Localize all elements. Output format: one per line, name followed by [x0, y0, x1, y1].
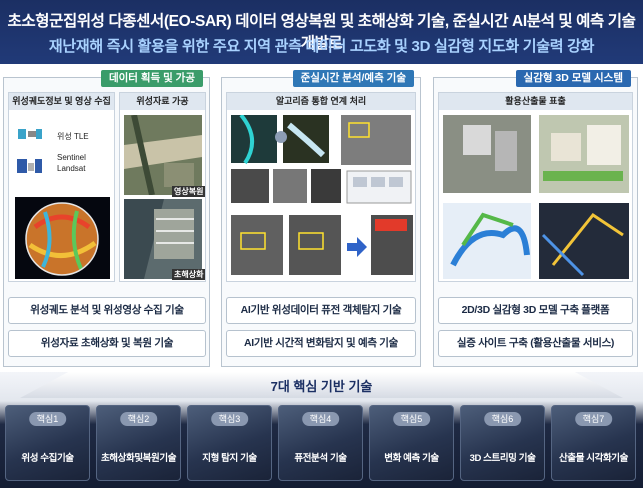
- core-label-1: 위성 수집기술: [21, 453, 74, 464]
- core-badge-2: 핵심2: [119, 412, 158, 426]
- subpanel-orbit-collection: 위성궤도정보 및 영상 수집 위성 TLE Sentinel Landsat: [8, 92, 115, 282]
- tech-box-superres-restoration: 위성자료 초해상화 및 복원 기술: [8, 330, 206, 357]
- core-card-3: 핵심3 지형 탐지 기술: [187, 405, 272, 481]
- restoration-label: 영상복원: [172, 186, 206, 197]
- subpanel-processing: 위성자료 가공 영상복원 초해상화: [119, 92, 206, 282]
- core-card-5: 핵심5 변화 예측 기술: [369, 405, 454, 481]
- 3d-model-renders-image: [443, 115, 629, 279]
- subhead-orbit-collection: 위성궤도정보 및 영상 수집: [9, 93, 114, 110]
- core-card-7: 핵심7 산출물 시각화기술: [551, 405, 636, 481]
- satellite-icon-sentinel: [17, 159, 42, 173]
- tech-box-change-prediction: AI기반 시간적 변화탐지 및 예측 기술: [226, 330, 416, 357]
- tle-label: 위성 TLE: [57, 132, 89, 141]
- aerial-image-superres: [124, 199, 202, 279]
- core-label-7: 산출물 시각화기술: [559, 453, 628, 464]
- superres-label: 초해상화: [172, 269, 206, 280]
- core-card-2: 핵심2 초해상화및복원기술: [96, 405, 181, 481]
- core-label-2: 초해상화및복원기술: [100, 453, 177, 464]
- subpanel-output-display: 활용산출물 표출: [438, 92, 633, 282]
- tech-box-demo-site: 실증 사이트 구축 (활용산출물 서비스): [438, 330, 633, 357]
- core-card-1: 핵심1 위성 수집기술: [5, 405, 90, 481]
- core-label-5: 변화 예측 기술: [384, 453, 439, 464]
- panel-realtime-analysis: 준실시간 분석/예측 기술 알고리즘 통합 연계 처리 AI기반 위성데이터 퓨…: [221, 70, 421, 367]
- tech-box-3d-platform: 2D/3D 실감형 3D 모델 구축 플랫폼: [438, 297, 633, 324]
- tech-box-fusion-detection: AI기반 위성데이터 퓨전 객체탐지 기술: [226, 297, 416, 324]
- panel-tag-acquisition: 데이터 획득 및 가공: [100, 70, 203, 87]
- sentinel-label: Sentinel: [57, 153, 86, 162]
- core-badge-5: 핵심5: [392, 412, 431, 426]
- subhead-algorithm: 알고리즘 통합 연계 처리: [227, 93, 415, 110]
- panel-tag-3d-model: 실감형 3D 모델 시스템: [515, 70, 631, 87]
- core-card-4: 핵심4 퓨전분석 기술: [278, 405, 363, 481]
- landsat-label: Landsat: [57, 164, 86, 173]
- aerial-image-restoration: [124, 115, 202, 195]
- orbit-globe-image: [15, 197, 110, 279]
- panel-3d-model: 실감형 3D 모델 시스템 활용산출물 표출 2D/3D 실감형 3D 모델 구…: [433, 70, 638, 367]
- core-badge-6: 핵심6: [483, 412, 522, 426]
- core-label-4: 퓨전분석 기술: [294, 453, 347, 464]
- tech-box-orbit-analysis: 위성궤도 분석 및 위성영상 수집 기술: [8, 297, 206, 324]
- core-badge-3: 핵심3: [210, 412, 249, 426]
- core-badge-1: 핵심1: [28, 412, 67, 426]
- subpanel-algorithm: 알고리즘 통합 연계 처리: [226, 92, 416, 282]
- core-badge-4: 핵심4: [301, 412, 340, 426]
- core-badge-7: 핵심7: [574, 412, 613, 426]
- subhead-processing: 위성자료 가공: [120, 93, 205, 110]
- core-label-6: 3D 스트리밍 기술: [469, 453, 536, 464]
- title-banner: 초소형군집위성 다종센서(EO-SAR) 데이터 영상복원 및 초해상화 기술,…: [0, 0, 643, 64]
- algorithm-pipeline-image: [231, 115, 413, 275]
- title-line-2: 재난재해 즉시 활용을 위한 주요 지역 관측 데이터 고도화 및 3D 실감형…: [48, 38, 595, 55]
- panel-data-acquisition: 데이터 획득 및 가공 위성궤도정보 및 영상 수집 위성 TLE Sentin…: [3, 70, 210, 367]
- core-card-6: 핵심6 3D 스트리밍 기술: [460, 405, 545, 481]
- subhead-output-display: 활용산출물 표출: [439, 93, 632, 110]
- satellite-icon: [18, 129, 42, 139]
- panel-tag-analysis: 준실시간 분석/예측 기술: [292, 70, 414, 87]
- core-label-3: 지형 탐지 기술: [202, 453, 257, 464]
- core-tech-title: 7대 핵심 기반 기술: [270, 379, 373, 394]
